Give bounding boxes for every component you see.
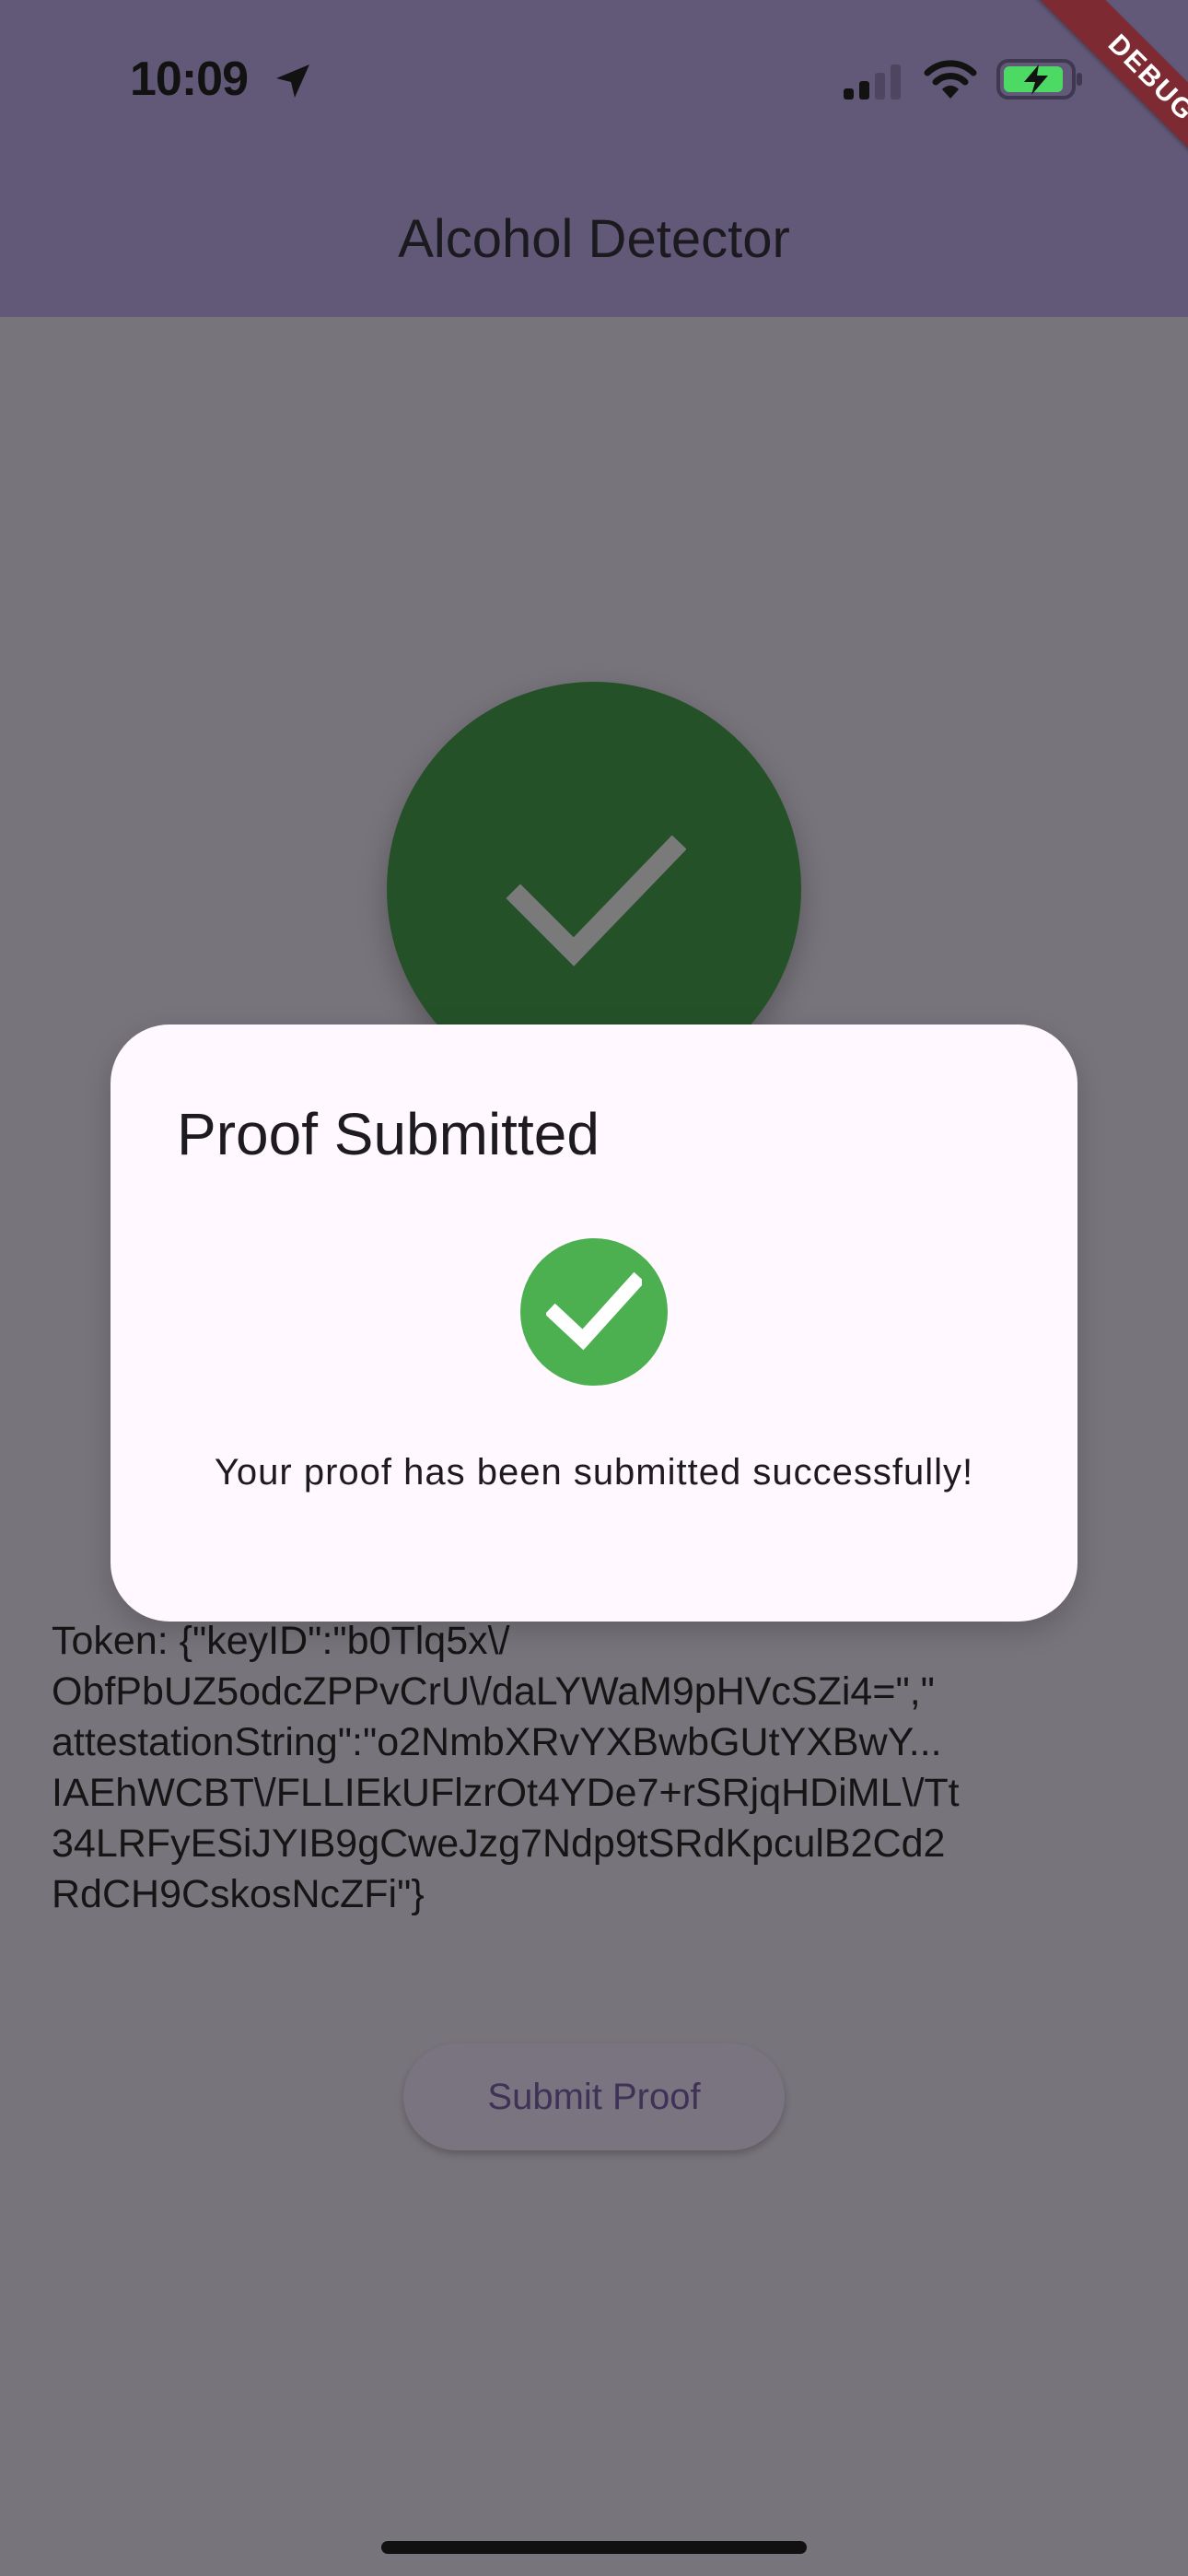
battery-charging-icon: [996, 59, 1082, 100]
wifi-icon: [924, 60, 977, 99]
check-circle-icon: [520, 1238, 668, 1386]
token-text: Token: {"keyID":"b0Tlq5x\/ ObfPbUZ5odcZP…: [52, 1619, 960, 1916]
check-icon: [506, 835, 686, 966]
app-bar: 10:09 Alcohol Detector: [0, 0, 1188, 317]
dialog-message: Your proof has been submitted successful…: [214, 1452, 974, 1493]
cellular-signal-icon: [844, 64, 901, 100]
app-title: Alcohol Detector: [398, 209, 790, 269]
proof-submitted-dialog: Proof Submitted Your proof has been subm…: [111, 1025, 1077, 1622]
check-icon: [546, 1271, 642, 1351]
location-arrow-icon: [276, 64, 309, 98]
submit-proof-button[interactable]: Submit Proof: [403, 2043, 785, 2150]
status-time: 10:09: [130, 53, 249, 106]
home-indicator[interactable]: [381, 2541, 807, 2554]
dialog-title: Proof Submitted: [177, 1101, 600, 1167]
